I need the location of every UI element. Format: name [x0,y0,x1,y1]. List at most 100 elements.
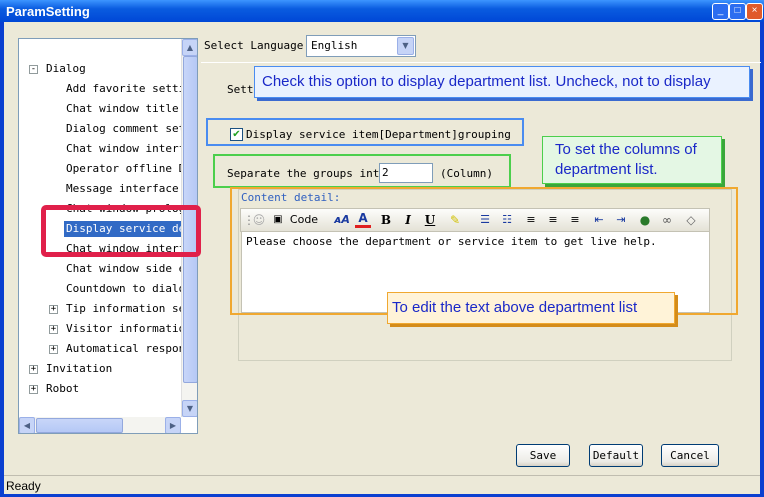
underline-icon[interactable]: U [423,212,437,228]
link-icon[interactable]: ● [637,212,653,228]
scroll-down-icon[interactable]: ▼ [182,400,197,417]
columns-input[interactable]: 2 [379,163,433,183]
align-center-icon[interactable]: ≡ [545,212,561,228]
expand-icon[interactable]: + [29,365,38,374]
close-icon[interactable]: × [746,3,763,20]
tree-item[interactable]: Operator offline Dis [19,161,197,177]
chevron-down-icon[interactable]: ▼ [397,37,414,55]
code-icon[interactable]: ▣ [271,212,285,228]
unlink-icon[interactable]: ∞ [659,212,675,228]
tree-item-label: Countdown to dialog [66,282,192,295]
group-checkbox[interactable]: ✔ [230,128,243,141]
default-button[interactable]: Default [589,444,643,467]
tree-item[interactable]: Chat window prologue [19,201,197,217]
highlight-icon[interactable]: ✎ [447,212,463,228]
columns-value: 2 [382,166,389,179]
cancel-button[interactable]: Cancel [661,444,719,467]
tree-item[interactable]: Dialog comment setti [19,121,197,137]
tree-item-label: Visitor information [66,322,192,335]
scroll-right-icon[interactable]: ▶ [165,417,181,433]
tree-item[interactable]: Chat window interfac [19,241,197,257]
italic-icon[interactable]: I [401,212,415,228]
font-color-icon[interactable]: A [355,212,371,228]
tree-item-label: Chat window interfac [66,142,198,155]
indent-icon[interactable]: ⇥ [613,212,629,228]
group-checkbox-label: Display service item[Department]grouping [246,128,511,141]
tree-item[interactable]: Countdown to dialog [19,281,192,297]
tree-item-label: Chat window prologue [66,202,198,215]
tree-item[interactable]: - Dialog [19,61,181,77]
bold-icon[interactable]: B [379,212,393,228]
expand-icon[interactable]: + [49,345,58,354]
columns-label: Separate the groups into: [227,167,393,180]
title-bar[interactable]: ParamSetting _ □ × [0,0,764,22]
tree-item-label: Robot [46,382,80,395]
tree-horizontal-scrollbar[interactable]: ◀ ▶ [19,417,181,433]
language-label: Select Language [204,39,304,52]
settings-tree: - Dialog Add favorite setting Chat window t… [18,38,198,434]
tree-item-label: Add favorite setting [66,82,198,95]
code-button-label[interactable]: Code [287,212,321,228]
tree-item[interactable]: Chat window side edg [19,261,197,277]
columns-callout: To set the columns of department list. [542,136,722,184]
align-left-icon[interactable]: ≡ [523,212,539,228]
toolbar-grip-icon: ⋮ [243,213,255,227]
tree-item-label: Display service depa [64,221,197,237]
language-value: English [311,39,358,52]
tree-item-label: Dialog [46,62,86,75]
save-button[interactable]: Save [516,444,570,467]
tree-item[interactable]: Message interface se [19,181,197,197]
eraser-icon[interactable]: ◇ [683,212,699,228]
status-bar: Ready [4,475,760,494]
tree-item-label: Automatical response [66,342,198,355]
client-area: - Dialog Add favorite setting Chat window t… [4,22,761,494]
tree-vertical-scrollbar[interactable]: ▲ ▼ [181,39,197,417]
tree-item[interactable]: + Robot [19,381,181,397]
language-select[interactable]: English ▼ [306,35,416,57]
tree-item[interactable]: + Tip information sett [19,301,197,317]
tree-item-label: Tip information sett [66,302,198,315]
content-text: Please choose the department or service … [246,235,657,248]
tree-item-label: Chat window side edg [66,262,198,275]
tree-item[interactable]: Chat window title se [19,101,197,117]
expand-icon[interactable]: + [49,325,58,334]
scroll-thumb[interactable] [183,56,197,383]
tree-item[interactable]: Add favorite setting [19,81,197,97]
settings-section-label: Sett [227,83,254,96]
align-right-icon[interactable]: ≡ [567,212,583,228]
numbered-list-icon[interactable]: ☰ [477,212,493,228]
expand-icon[interactable]: + [29,385,38,394]
collapse-icon[interactable]: - [29,65,38,74]
tree-item[interactable]: Display service depa [19,221,197,237]
tree-item[interactable]: + Visitor information [19,321,192,337]
bullet-list-icon[interactable]: ☷ [499,212,515,228]
checkbox-callout: Check this option to display department … [254,66,750,98]
tree-item[interactable]: + Invitation [19,361,181,377]
scroll-left-icon[interactable]: ◀ [19,417,35,433]
minimize-icon[interactable]: _ [712,3,729,20]
font-size-icon[interactable]: ᴀA [333,212,351,228]
smiley-icon[interactable]: ☺ [251,212,267,228]
h-scroll-thumb[interactable] [36,418,123,433]
outdent-icon[interactable]: ⇤ [591,212,607,228]
tree-item-label: Invitation [46,362,113,375]
tree-item[interactable]: + Automatical response [19,341,197,357]
expand-icon[interactable]: + [49,305,58,314]
tree-item-label: Message interface se [66,182,198,195]
tree-item-label: Chat window title se [66,102,198,115]
maximize-icon[interactable]: □ [729,3,746,20]
status-text: Ready [6,479,41,493]
content-label: Content detail: [241,191,341,204]
tree-item-label: Operator offline Dis [66,162,198,175]
columns-unit: (Column) [440,167,493,180]
scroll-up-icon[interactable]: ▲ [182,39,197,56]
checkbox-callout-text: Check this option to display department … [262,73,711,90]
editor-callout-text: To edit the text above department list [392,299,638,316]
tree-item-label: Chat window interfac [66,242,198,255]
columns-callout-text: To set the columns of department list. [555,141,697,178]
editor-callout: To edit the text above department list [387,292,675,324]
param-setting-window: ParamSetting _ □ × - Dialog Add favorite s… [0,0,764,497]
tree-item[interactable]: Chat window interfac [19,141,197,157]
tree-item-label: Dialog comment setti [66,122,198,135]
editor-toolbar: ⋮ ☺ ▣ Code ᴀA A B I U ✎ ☰ ☷ ≡ ≡ ≡ ⇤ ⇥ ● … [240,208,710,232]
